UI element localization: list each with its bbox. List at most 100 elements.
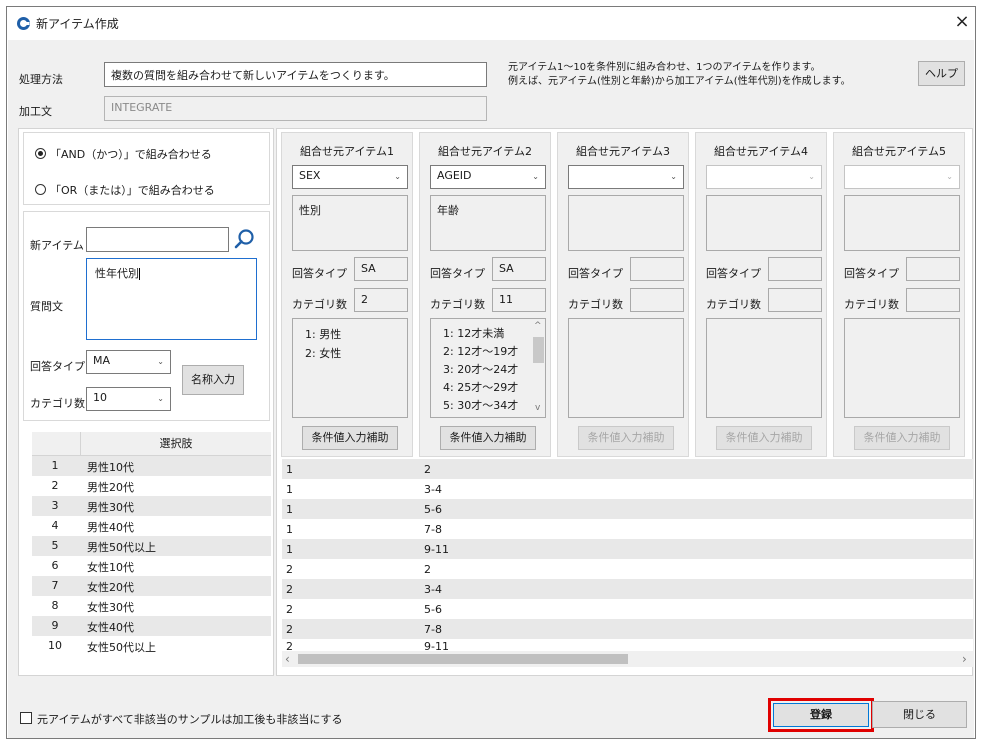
list-item: 2: 女性 xyxy=(305,347,342,360)
source-question-box xyxy=(568,195,684,251)
answer-type-select[interactable]: MA ⌄ xyxy=(86,350,171,374)
grid-cell[interactable]: 2 xyxy=(424,563,431,576)
condition-assist-button[interactable]: 条件値入力補助 xyxy=(578,426,674,450)
answer-type-label: 回答タイプ xyxy=(292,267,347,280)
help-button[interactable]: ヘルプ xyxy=(918,61,965,86)
table-row[interactable]: 10 女性50代以上 xyxy=(32,636,271,656)
table-row[interactable]: 8 女性30代 xyxy=(32,596,271,616)
category-count-value: 2 xyxy=(354,288,408,312)
chevron-down-icon: ⌄ xyxy=(157,394,164,403)
question-textarea[interactable]: 性年代別 xyxy=(86,258,257,340)
table-row[interactable]: 2 5-6 xyxy=(282,599,973,619)
condition-assist-button[interactable]: 条件値入力補助 xyxy=(440,426,536,450)
or-radio-label[interactable]: 「OR（または）」で組み合わせる xyxy=(50,182,215,198)
table-row[interactable]: 2 3-4 xyxy=(282,579,973,599)
grid-cell[interactable]: 3-4 xyxy=(424,483,442,496)
grid-cell[interactable]: 3-4 xyxy=(424,583,442,596)
source-item-select[interactable]: ⌄ xyxy=(844,165,960,189)
table-row[interactable]: 2 9-11 xyxy=(282,639,973,651)
answer-type-value: SA xyxy=(492,257,546,281)
source-question-box xyxy=(706,195,822,251)
grid-cell[interactable]: 2 xyxy=(286,563,293,576)
source-item-1: 組合せ元アイテム1 SEX ⌄ 性別 回答タイプ SA カテゴリ数 2 1: 男性… xyxy=(281,132,413,457)
horizontal-scrollbar[interactable]: ‹ › xyxy=(282,651,973,667)
grid-cell[interactable]: 5-6 xyxy=(424,603,442,616)
close-button[interactable]: 閉じる xyxy=(872,701,967,728)
grid-cell[interactable]: 5-6 xyxy=(424,503,442,516)
grid-cell[interactable]: 2 xyxy=(286,603,293,616)
exclude-checkbox[interactable] xyxy=(20,712,32,724)
source-item-select[interactable]: SEX ⌄ xyxy=(292,165,408,189)
chevron-down-icon: ⌄ xyxy=(670,172,677,181)
grid-cell[interactable]: 7-8 xyxy=(424,523,442,536)
table-row[interactable]: 1 7-8 xyxy=(282,519,973,539)
and-radio[interactable] xyxy=(35,148,46,159)
horizontal-scroll-thumb[interactable] xyxy=(298,654,628,664)
close-window-button[interactable]: × xyxy=(951,10,973,34)
condition-assist-button[interactable]: 条件値入力補助 xyxy=(302,426,398,450)
table-row[interactable]: 1 男性10代 xyxy=(32,456,271,476)
grid-cell[interactable]: 2 xyxy=(286,583,293,596)
scroll-up-icon[interactable]: ^ xyxy=(534,321,542,331)
grid-cell[interactable]: 2 xyxy=(424,463,431,476)
category-count-label: カテゴリ数 xyxy=(568,298,623,311)
grid-cell[interactable]: 1 xyxy=(286,463,293,476)
condition-assist-button[interactable]: 条件値入力補助 xyxy=(854,426,950,450)
grid-cell[interactable]: 9-11 xyxy=(424,543,449,556)
table-row[interactable]: 1 3-4 xyxy=(282,479,973,499)
row-number: 5 xyxy=(51,539,59,552)
chevron-down-icon: ⌄ xyxy=(394,172,401,181)
exclude-checkbox-label[interactable]: 元アイテムがすべて非該当のサンプルは加工後も非該当にする xyxy=(37,711,342,727)
table-row[interactable]: 4 男性40代 xyxy=(32,516,271,536)
condition-assist-button[interactable]: 条件値入力補助 xyxy=(716,426,812,450)
table-row[interactable]: 12 xyxy=(282,459,973,479)
source-item-4: 組合せ元アイテム4 ⌄ 回答タイプ カテゴリ数 条件値入力補助 xyxy=(695,132,827,457)
scroll-right-icon[interactable]: › xyxy=(962,652,967,666)
grid-cell[interactable]: 7-8 xyxy=(424,623,442,636)
or-radio[interactable] xyxy=(35,184,46,195)
grid-cell[interactable]: 1 xyxy=(286,503,293,516)
grid-cell[interactable]: 1 xyxy=(286,483,293,496)
grid-cell[interactable]: 1 xyxy=(286,543,293,556)
scroll-down-icon[interactable]: v xyxy=(535,403,540,413)
source-item-select[interactable]: ⌄ xyxy=(706,165,822,189)
new-item-input[interactable] xyxy=(86,227,229,252)
source-question-box: 性別 xyxy=(292,195,408,251)
search-icon[interactable] xyxy=(233,227,257,251)
register-button[interactable]: 登録 xyxy=(773,703,869,727)
list-scroll-thumb[interactable] xyxy=(533,337,544,363)
table-row[interactable]: 22 xyxy=(282,559,973,579)
row-number: 9 xyxy=(51,619,59,632)
table-row[interactable]: 1 5-6 xyxy=(282,499,973,519)
left-panel: 「AND（かつ）」で組み合わせる 「OR（または）」で組み合わせる 新アイテム … xyxy=(18,128,274,676)
condition-grid-rows: 12 1 3-4 1 5-6 1 7-8 1 9-11 22 2 3-4 2 5-6 2 7-… xyxy=(282,459,973,659)
and-radio-label[interactable]: 「AND（かつ）」で組み合わせる xyxy=(50,146,212,162)
table-row[interactable]: 1 9-11 xyxy=(282,539,973,559)
list-scrollbar[interactable]: ^ v xyxy=(532,321,545,417)
category-count-select[interactable]: 10 ⌄ xyxy=(86,387,171,411)
grid-cell[interactable]: 2 xyxy=(286,623,293,636)
source-item-select[interactable]: AGEID ⌄ xyxy=(430,165,546,189)
source-item-title: 組合せ元アイテム3 xyxy=(576,145,670,158)
table-row[interactable]: 7 女性20代 xyxy=(32,576,271,596)
table-row[interactable]: 3 男性30代 xyxy=(32,496,271,516)
method-field[interactable]: 複数の質問を組み合わせて新しいアイテムをつくります。 xyxy=(104,62,487,87)
row-label: 男性40代 xyxy=(87,521,134,534)
table-row[interactable]: 5 男性50代以上 xyxy=(32,536,271,556)
table-row[interactable]: 6 女性10代 xyxy=(32,556,271,576)
grid-cell[interactable]: 1 xyxy=(286,523,293,536)
dialog-window: 新アイテム作成 × 処理方法 複数の質問を組み合わせて新しいアイテムをつくります… xyxy=(6,6,976,739)
scroll-left-icon[interactable]: ‹ xyxy=(285,652,290,666)
row-number: 10 xyxy=(48,639,62,652)
source-item-select[interactable]: ⌄ xyxy=(568,165,684,189)
table-row[interactable]: 2 7-8 xyxy=(282,619,973,639)
table-row[interactable]: 2 男性20代 xyxy=(32,476,271,496)
name-input-button[interactable]: 名称入力 xyxy=(182,365,244,395)
source-item-2: 組合せ元アイテム2 AGEID ⌄ 年齢 回答タイプ SA カテゴリ数 11 1:… xyxy=(419,132,551,457)
grid-cell[interactable]: 9-11 xyxy=(424,640,449,651)
method-description-1: 元アイテム1～10を条件別に組み合わせ、1つのアイテムを作ります。 xyxy=(508,62,821,73)
source-question-box: 年齢 xyxy=(430,195,546,251)
table-row[interactable]: 9 女性40代 xyxy=(32,616,271,636)
grid-cell[interactable]: 2 xyxy=(286,640,293,651)
list-item: 4: 25才～29才 xyxy=(443,381,519,394)
